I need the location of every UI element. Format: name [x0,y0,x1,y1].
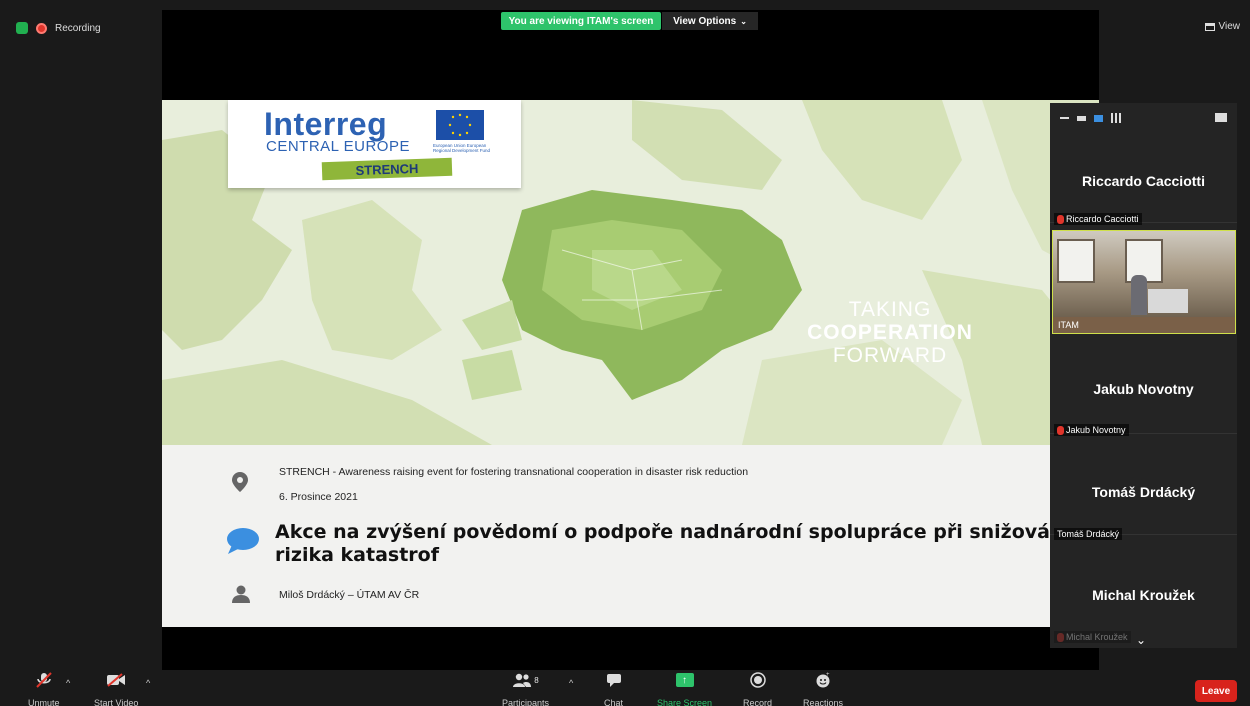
speaker-line: Miloš Drdácký – ÚTAM AV ČR [279,589,420,601]
participant-tile[interactable]: Jakub Novotny Jakub Novotny [1050,336,1237,436]
logo-eu-text: European Union European Regional Develop… [433,143,491,153]
participant-name: Jakub Novotny [1093,381,1194,397]
video-window [1057,239,1095,283]
share-screen-icon: ↑ [675,673,694,687]
video-off-icon [106,672,126,688]
participants-button[interactable]: 8 Participants [502,672,549,706]
unmute-button[interactable]: Unmute [28,672,60,706]
participant-label: Riccardo Cacciotti [1054,213,1142,225]
start-video-button[interactable]: Start Video [94,672,138,706]
chevron-down-icon: ⌄ [740,16,747,26]
muted-mic-icon [35,672,53,688]
chevron-up-icon[interactable]: ^ [569,678,573,688]
participant-video-tile[interactable]: ITAM [1052,230,1236,334]
participant-name: Michal Kroužek [1092,587,1195,603]
view-options-button[interactable]: View Options ⌄ [662,12,758,30]
participant-label-text: Jakub Novotny [1066,425,1126,435]
participant-label-text: ITAM [1058,320,1079,330]
presentation-slide: Interreg European Union European Regiona… [162,100,1099,627]
muted-mic-icon [1057,632,1064,642]
participants-label: Participants [502,698,550,706]
chevron-up-icon[interactable]: ^ [146,678,150,688]
participant-tile[interactable]: Riccardo Cacciotti Riccardo Cacciotti [1050,125,1237,225]
record-button[interactable]: Record [743,672,772,706]
tagline-line-3: FORWARD [832,344,948,367]
reactions-button[interactable]: + Reactions [803,672,843,706]
viewing-banner: You are viewing ITAM's screen [501,12,661,30]
participants-icon: 8 [512,672,539,688]
participant-tile[interactable]: Michal Kroužek Michal Kroužek [1050,537,1237,643]
tagline-line-2: COOPERATION [807,321,973,344]
logo-project-name: STRENCH [321,157,453,181]
recording-indicator: Recording [16,22,101,34]
grid-view-icon[interactable] [1111,113,1121,123]
chat-label: Chat [604,698,624,706]
chevron-up-icon[interactable]: ^ [66,678,70,688]
panel-layout-icon[interactable] [1215,113,1227,122]
view-button[interactable]: View [1204,21,1241,32]
chevron-down-icon[interactable]: ⌄ [1136,633,1146,647]
participant-label-text: Michal Kroužek [1066,632,1128,642]
share-screen-label: Share Screen [657,698,713,706]
participant-name: Riccardo Cacciotti [1082,173,1205,189]
panel-toolbar [1060,111,1121,125]
participants-count: 8 [534,675,539,685]
date-line: 6. Prosince 2021 [279,491,358,503]
smiley-icon: + [815,672,831,688]
single-view-icon[interactable] [1077,115,1086,121]
participant-tile[interactable]: Tomáš Drdácký Tomáš Drdácký [1050,437,1237,540]
participant-label: Jakub Novotny [1054,424,1129,436]
chat-icon [606,672,622,688]
reactions-label: Reactions [803,698,844,706]
laptop [1148,289,1188,313]
recording-label: Recording [55,22,101,34]
tagline: TAKING COOPERATION FORWARD [760,298,1020,367]
svg-text:+: + [826,672,830,678]
leave-button[interactable]: Leave [1195,680,1237,702]
view-options-label: View Options [673,15,737,27]
view-label: View [1218,21,1241,32]
person-figure [1131,275,1147,315]
muted-mic-icon [1057,425,1064,435]
event-line: STRENCH - Awareness raising event for fo… [279,466,749,478]
participant-name: Tomáš Drdácký [1091,484,1196,500]
chat-button[interactable]: Chat [604,672,623,706]
participant-label: ITAM [1055,319,1082,331]
participant-label-text: Riccardo Cacciotti [1066,214,1139,224]
person-icon [232,585,250,603]
record-icon [749,672,766,688]
share-screen-icon-wrap: ↑ [675,672,694,688]
tagline-line-1: TAKING [848,298,932,321]
eu-flag-icon [436,110,484,140]
strip-view-icon[interactable] [1094,114,1103,122]
interreg-logo: Interreg European Union European Regiona… [228,100,521,188]
record-label: Record [743,698,773,706]
share-screen-button[interactable]: ↑ Share Screen [657,672,712,706]
muted-mic-icon [1057,214,1064,224]
participant-label: Michal Kroužek [1054,631,1131,643]
minimize-icon[interactable] [1060,117,1069,119]
europe-map: Interreg European Union European Regiona… [162,100,1099,445]
recording-icon [36,22,47,34]
unmute-label: Unmute [28,698,60,706]
location-pin-icon [232,472,248,492]
start-video-label: Start Video [94,698,139,706]
slide-title: Akce na zvýšení povědomí o podpoře nadná… [275,521,1071,566]
meeting-controls-bar: Unmute ^ Start Video ^ 8 Participants ^ … [0,670,1250,706]
participants-video-panel: Riccardo Cacciotti Riccardo Cacciotti IT… [1050,103,1237,648]
shield-icon [16,22,28,34]
speech-bubble-icon [227,528,259,554]
view-icon [1204,22,1215,31]
logo-central-europe: CENTRAL EUROPE [266,138,410,155]
